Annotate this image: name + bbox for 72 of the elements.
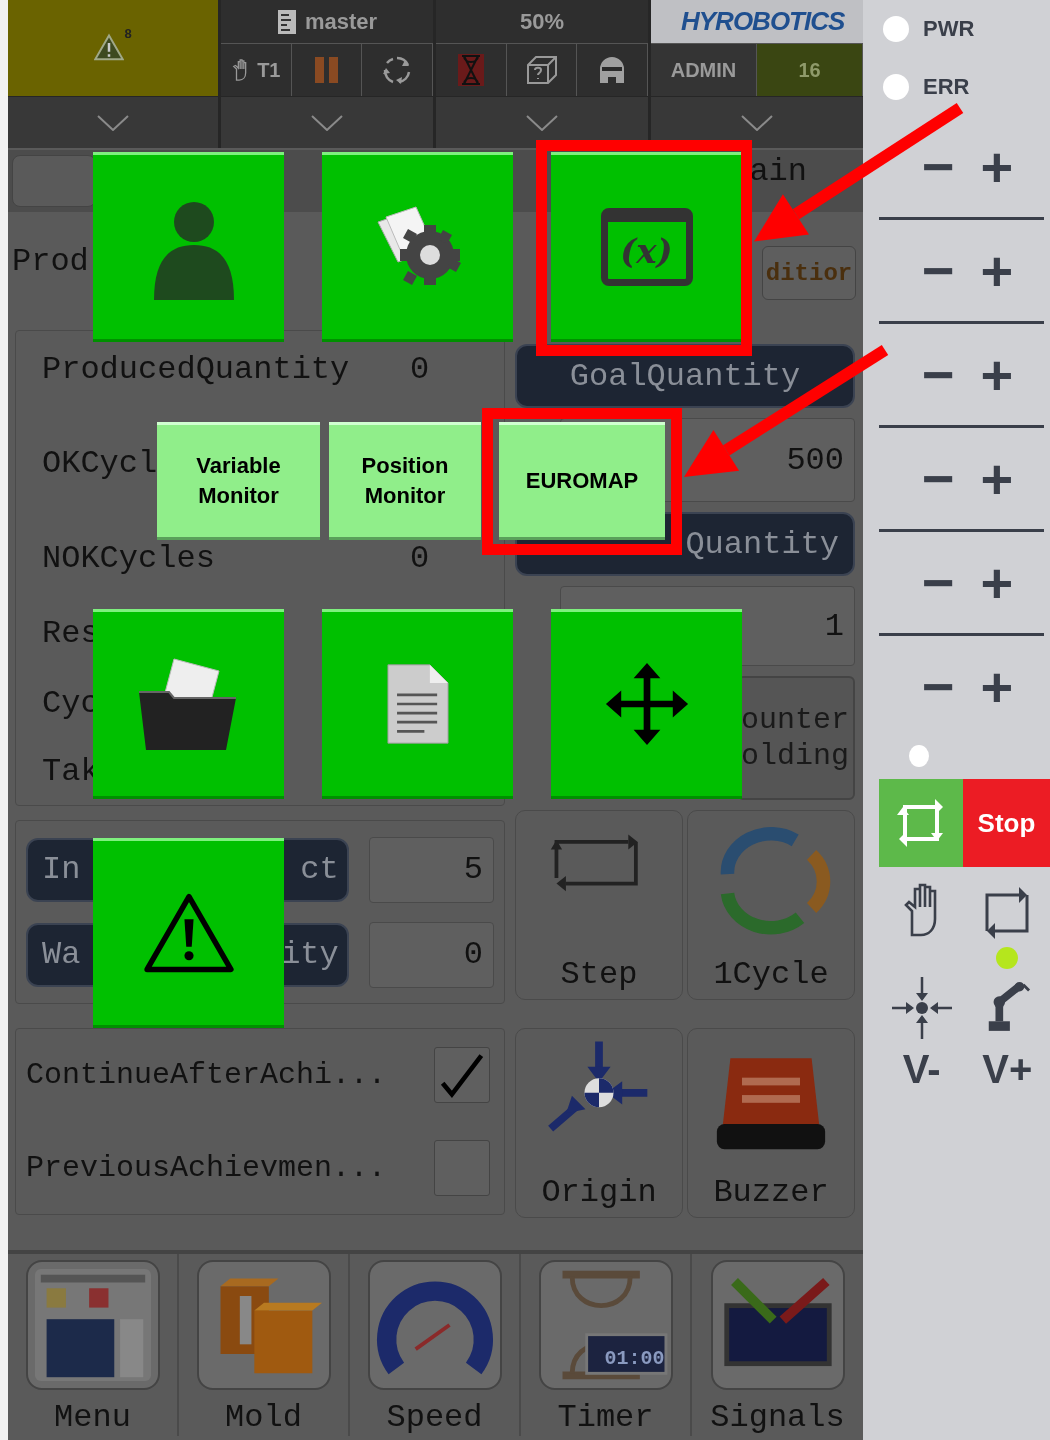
plus-button[interactable]: +: [980, 242, 1014, 299]
checkbox[interactable]: [434, 1139, 490, 1196]
checkbox[interactable]: [434, 1047, 490, 1104]
logo: HYROBOTICS: [681, 6, 845, 37]
user-level: 16: [757, 44, 863, 96]
minus-button[interactable]: −: [921, 450, 955, 507]
variable-icon: (x): [600, 208, 693, 286]
shortcut-menu[interactable]: [93, 838, 284, 1028]
option-label: PreviousAchievmen...: [26, 1150, 387, 1185]
minus-button[interactable]: −: [921, 242, 955, 299]
pause-icon: [313, 56, 340, 84]
counter-value: 0: [410, 543, 430, 575]
converging-arrows-icon: [889, 975, 954, 1041]
chevron-icon: [526, 114, 558, 131]
move-arrows-icon: [603, 661, 690, 747]
shortcut-menu[interactable]: (x): [551, 152, 742, 342]
led-label: PWR: [923, 16, 975, 42]
value-field[interactable]: 0: [368, 921, 494, 988]
buzzer-button[interactable]: Buzzer: [687, 1028, 855, 1218]
chevron-icon: [741, 114, 773, 131]
value-field[interactable]: 5: [368, 836, 494, 903]
plus-button[interactable]: +: [980, 658, 1014, 715]
plus-button[interactable]: +: [980, 138, 1014, 195]
speed-value: 50%: [519, 8, 564, 35]
origin-button[interactable]: Origin: [515, 1028, 683, 1218]
minus-button[interactable]: −: [921, 554, 955, 611]
section-label: Prod: [12, 246, 89, 278]
chevron-icon: [311, 114, 343, 131]
plus-button[interactable]: +: [980, 450, 1014, 507]
timer-display: 01:00: [604, 1347, 665, 1370]
tab-button[interactable]: [12, 155, 96, 207]
option-label: ContinueAfterAchi...: [26, 1058, 387, 1093]
program-name: master: [304, 8, 378, 35]
shortcut-menu[interactable]: [551, 609, 742, 799]
indicator-dot: [909, 745, 929, 767]
document-icon: [276, 8, 297, 35]
chevron-icon: [97, 114, 129, 131]
cycle-button[interactable]: 1Cycle: [687, 810, 855, 1000]
monitor-menu[interactable]: Position Monitor: [329, 422, 481, 540]
counter-label: ProducedQuantity: [42, 354, 350, 386]
hourglass-icon: [456, 53, 485, 87]
step-button[interactable]: Step: [515, 810, 683, 1000]
minus-button[interactable]: −: [921, 346, 955, 403]
speed-up-button[interactable]: V+: [982, 1047, 1033, 1092]
screen-icon: [32, 1267, 153, 1383]
minus-button[interactable]: −: [921, 658, 955, 715]
monitor-menu[interactable]: EUROMAP: [499, 422, 665, 540]
counter-label: NOKCycles: [42, 543, 215, 575]
minus-button[interactable]: −: [921, 138, 955, 195]
stop-button[interactable]: Stop: [963, 779, 1050, 867]
document-icon: [385, 663, 450, 745]
plus-button[interactable]: +: [980, 346, 1014, 403]
counter-label: OKCycl: [42, 448, 158, 480]
led-label: ERR: [923, 74, 970, 100]
counter-value: 0: [410, 354, 430, 386]
plus-button[interactable]: +: [980, 554, 1014, 611]
tab-label: ain: [749, 156, 807, 188]
shortcut-menu[interactable]: [322, 152, 513, 342]
warning-icon: [94, 33, 125, 63]
box-icon: [524, 55, 559, 85]
mode-label: T1: [257, 58, 281, 82]
check-icon: [439, 1052, 485, 1099]
cycle-start-button[interactable]: [879, 779, 963, 867]
warning-icon: [142, 892, 235, 974]
alarm-count: 8: [124, 26, 132, 41]
dropdown-button[interactable]: [651, 96, 863, 148]
speed-down-button[interactable]: V-: [902, 1047, 941, 1092]
user-name: ADMIN: [651, 44, 757, 96]
origin-button[interactable]: [889, 975, 954, 1041]
monitor-menu[interactable]: Variable Monitor: [157, 422, 320, 540]
shortcut-menu[interactable]: [93, 609, 284, 799]
alarm-indicator[interactable]: 8: [8, 0, 218, 96]
